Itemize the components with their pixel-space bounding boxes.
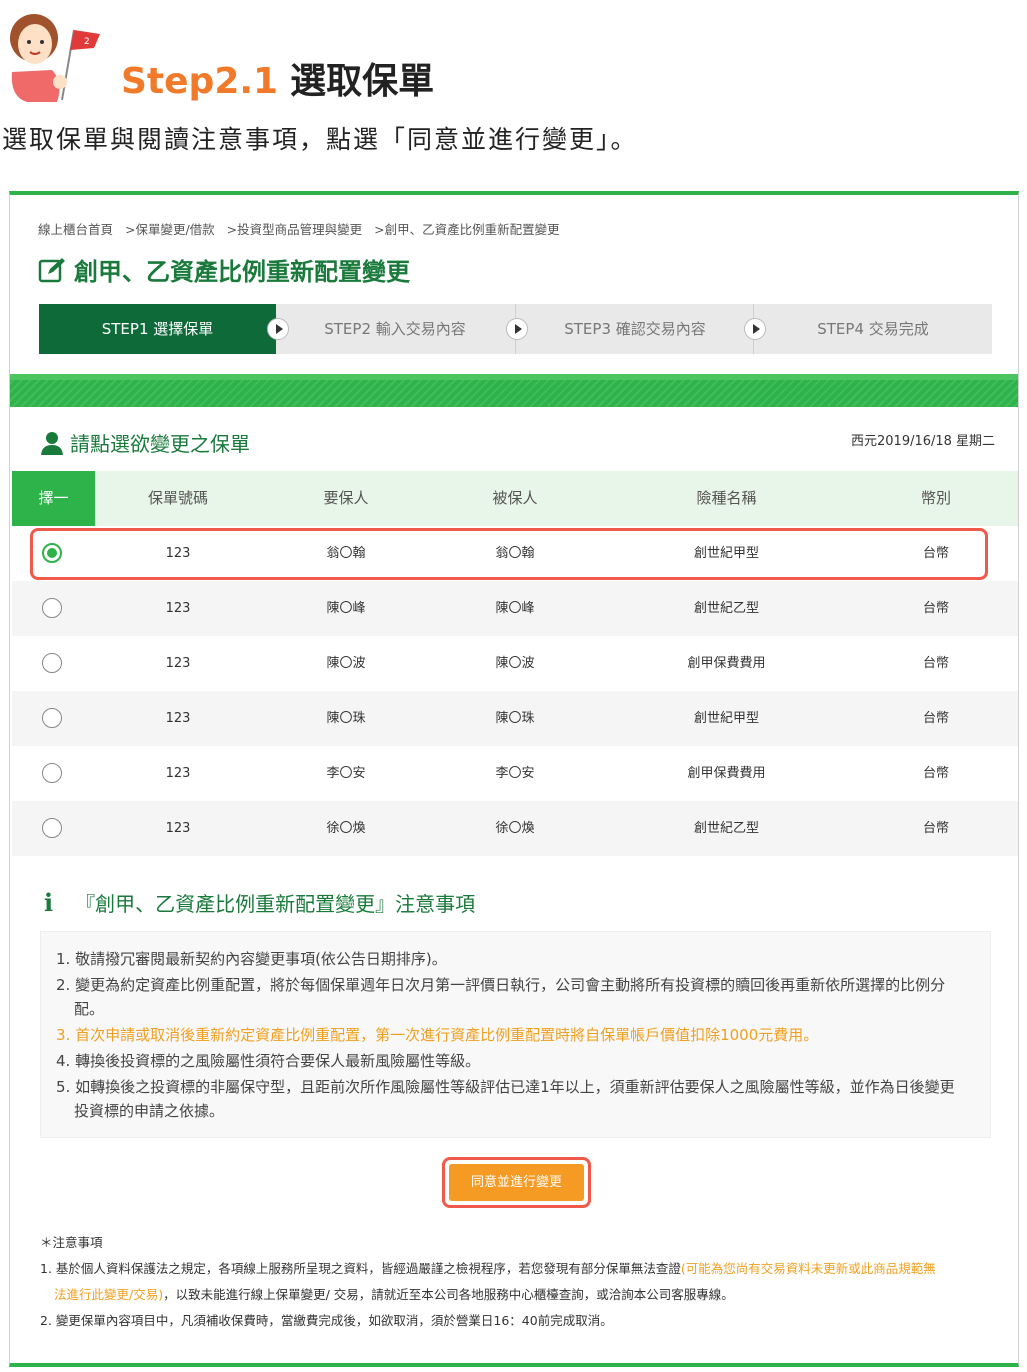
header-select: 擇一 bbox=[12, 471, 95, 526]
step-title: Step2.1 選取保單 bbox=[121, 52, 434, 104]
footnote-item-1-text: 1. 基於個人資料保護法之規定，各項線上服務所呈現之資料，皆經過嚴謹之檢視程序，… bbox=[40, 1261, 681, 1276]
notes-title-text: 『創甲、乙資產比例重新配置變更』注意事項 bbox=[75, 892, 476, 916]
applicant: 陳〇峰 bbox=[326, 601, 366, 616]
footnote-item-1-orange-cont: 法進行此變更/交易) bbox=[54, 1287, 164, 1302]
table-row[interactable]: 123 陳〇珠 陳〇珠 創世紀甲型 台幣 bbox=[12, 691, 1018, 746]
product-name: 創甲保費費用 bbox=[687, 656, 766, 671]
table-row[interactable]: 123 陳〇波 陳〇波 創甲保費費用 台幣 bbox=[12, 636, 1018, 691]
svg-text:2: 2 bbox=[84, 37, 90, 47]
note-item-cont: 投資標的申請之依據。 bbox=[74, 1102, 225, 1120]
row-radio[interactable] bbox=[42, 653, 62, 673]
currency: 台幣 bbox=[922, 766, 949, 781]
note-item-cont: 配。 bbox=[74, 1000, 105, 1018]
policy-number: 123 bbox=[165, 821, 191, 836]
footnote-item-1: 1. 基於個人資料保護法之規定，各項線上服務所呈現之資料，皆經過嚴謹之檢視程序，… bbox=[40, 1256, 936, 1282]
page-title-text: 創甲、乙資產比例重新配置變更 bbox=[74, 258, 410, 286]
breadcrumb-investment[interactable]: >投資型商品管理與變更 bbox=[227, 222, 362, 237]
note-item: 5. 如轉換後之投資標的非屬保守型，且距前次所作風險屬性等級評估已達1年以上，須… bbox=[56, 1078, 955, 1096]
insured: 陳〇波 bbox=[495, 656, 535, 671]
section-title-text: 請點選欲變更之保單 bbox=[70, 432, 250, 456]
row-radio[interactable] bbox=[42, 708, 62, 728]
currency: 台幣 bbox=[922, 656, 949, 671]
applicant: 陳〇波 bbox=[326, 656, 366, 671]
footnote-title: ＊注意事項 bbox=[40, 1235, 103, 1250]
note-item: 2. 變更為約定資產比例重配置，將於每個保單週年日次月第一評價日執行，公司會主動… bbox=[56, 976, 946, 994]
currency: 台幣 bbox=[922, 601, 949, 616]
applicant: 李〇安 bbox=[326, 766, 366, 781]
selected-row-highlight bbox=[30, 528, 988, 580]
table-row[interactable]: 123 李〇安 李〇安 創甲保費費用 台幣 bbox=[12, 746, 1018, 801]
note-item: 1. 敬請撥冗審閱最新契約內容變更事項(依公告日期排序)。 bbox=[56, 950, 447, 968]
section-title: 請點選欲變更之保單 bbox=[40, 428, 250, 457]
intro-text: 選取保單與閱讀注意事項，點選「同意並進行變更」。 bbox=[2, 125, 638, 154]
footnote-item-1-text-cont: ，以致未能進行線上保單變更/ 交易，請就近至本公司各地服務中心櫃檯查詢，或洽詢本… bbox=[163, 1287, 734, 1302]
breadcrumb-policy-change[interactable]: >保單變更/借款 bbox=[125, 222, 215, 237]
step-1: STEP1 選擇保單 bbox=[39, 304, 276, 354]
footnote-item-1-orange: (可能為您尚有交易資料未更新或此商品規範無 bbox=[680, 1261, 936, 1276]
footnote-item-1-cont: 法進行此變更/交易)，以致未能進行線上保單變更/ 交易，請就近至本公司各地服務中… bbox=[54, 1282, 734, 1308]
stepper: STEP1 選擇保單 STEP2 輸入交易內容 STEP3 確認交易內容 STE… bbox=[39, 304, 992, 354]
row-radio[interactable] bbox=[42, 818, 62, 838]
table-header: 擇一 保單號碼 要保人 被保人 險種名稱 幣別 bbox=[12, 471, 1018, 526]
insured: 陳〇珠 bbox=[495, 711, 535, 726]
row-radio[interactable] bbox=[42, 763, 62, 783]
product-name: 創世紀甲型 bbox=[693, 711, 759, 726]
table-row[interactable]: 123 徐〇煥 徐〇煥 創世紀乙型 台幣 bbox=[12, 801, 1018, 856]
green-band-highlight bbox=[10, 374, 1018, 380]
currency: 台幣 bbox=[922, 711, 949, 726]
insured: 徐〇煥 bbox=[495, 821, 535, 836]
breadcrumb-current: >創甲、乙資產比例重新配置變更 bbox=[374, 222, 560, 237]
edit-icon bbox=[38, 257, 65, 282]
header-insured: 被保人 bbox=[492, 489, 538, 507]
user-icon bbox=[41, 431, 63, 455]
policy-number: 123 bbox=[165, 601, 191, 616]
step-2: STEP2 輸入交易內容 bbox=[324, 320, 466, 338]
note-item-warning: 3. 首次申請或取消後重新約定資產比例重配置，第一次進行資產比例重配置時將自保單… bbox=[56, 1026, 819, 1044]
insured: 陳〇峰 bbox=[495, 601, 535, 616]
agree-and-change-button[interactable]: 同意並進行變更 bbox=[449, 1164, 584, 1201]
currency: 台幣 bbox=[922, 821, 949, 836]
current-date: 西元2019/16/18 星期二 bbox=[851, 434, 996, 449]
step-number: Step2.1 bbox=[121, 61, 279, 102]
insured: 李〇安 bbox=[495, 766, 535, 781]
header-product: 險種名稱 bbox=[696, 489, 757, 507]
header-currency: 幣別 bbox=[920, 489, 951, 507]
row-radio[interactable] bbox=[42, 598, 62, 618]
header-policy-number: 保單號碼 bbox=[147, 489, 208, 507]
step-text: 選取保單 bbox=[290, 61, 435, 102]
note-item: 4. 轉換後投資標的之風險屬性須符合要保人最新風險屬性等級。 bbox=[56, 1052, 481, 1070]
breadcrumb: 線上櫃台首頁 >保單變更/借款 >投資型商品管理與變更 >創甲、乙資產比例重新配… bbox=[38, 219, 568, 238]
product-name: 創世紀乙型 bbox=[693, 821, 759, 836]
footnote-item-2: 2. 變更保單內容項目中，凡須補收保費時，當繳費完成後，如欲取消，須於營業日16… bbox=[40, 1313, 613, 1328]
product-name: 創世紀乙型 bbox=[693, 601, 759, 616]
product-name: 創甲保費費用 bbox=[687, 766, 766, 781]
applicant: 陳〇珠 bbox=[326, 711, 366, 726]
table-row[interactable]: 123 陳〇峰 陳〇峰 創世紀乙型 台幣 bbox=[12, 581, 1018, 636]
step-3: STEP3 確認交易內容 bbox=[564, 320, 706, 338]
policy-number: 123 bbox=[165, 711, 191, 726]
info-icon: i bbox=[44, 888, 54, 917]
notes-title: i 『創甲、乙資產比例重新配置變更』注意事項 bbox=[44, 888, 475, 917]
step-4: STEP4 交易完成 bbox=[817, 320, 929, 338]
policy-number: 123 bbox=[165, 766, 191, 781]
breadcrumb-home[interactable]: 線上櫃台首頁 bbox=[38, 222, 113, 237]
mascot-flag-illustration: 2 bbox=[10, 14, 100, 102]
page-title: 創甲、乙資產比例重新配置變更 bbox=[38, 252, 410, 287]
policy-number: 123 bbox=[165, 656, 191, 671]
applicant: 徐〇煥 bbox=[326, 821, 366, 836]
header-applicant: 要保人 bbox=[323, 489, 369, 507]
